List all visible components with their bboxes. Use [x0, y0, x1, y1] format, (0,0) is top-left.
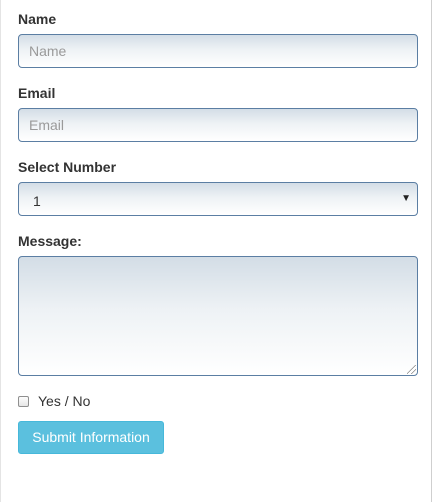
select-value: 1: [33, 193, 41, 209]
submit-button[interactable]: Submit Information: [18, 421, 164, 454]
email-label: Email: [18, 85, 56, 101]
triangle-down-icon: ▼: [401, 193, 411, 204]
message-label: Message:: [18, 233, 82, 249]
resize-grip-icon[interactable]: [407, 365, 416, 374]
message-textarea[interactable]: [18, 256, 418, 376]
number-select[interactable]: 1 ▼: [18, 182, 418, 216]
yes-no-checkbox[interactable]: [18, 395, 29, 407]
yes-no-option[interactable]: Yes / No: [18, 393, 90, 409]
form-panel: Name Email Select Number 1 ▼ Message: Ye…: [0, 0, 432, 502]
name-label: Name: [18, 11, 57, 27]
yes-no-label: Yes / No: [38, 393, 91, 409]
email-input[interactable]: [18, 108, 418, 142]
name-input[interactable]: [18, 34, 418, 68]
select-number-label: Select Number: [18, 159, 117, 175]
